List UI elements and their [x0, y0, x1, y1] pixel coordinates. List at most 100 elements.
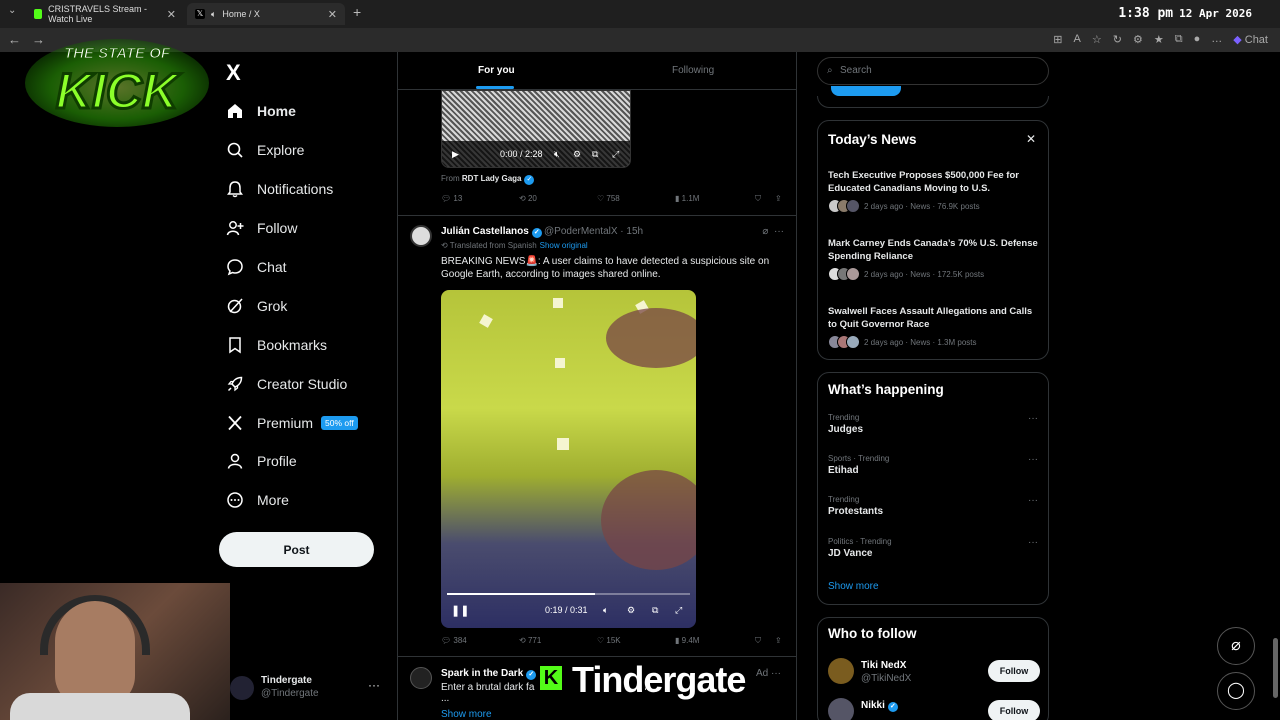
volume-icon[interactable]: 🔈︎	[603, 605, 608, 616]
source-name[interactable]: RDT Lady Gaga	[462, 174, 522, 183]
settings-icon[interactable]: ⚙	[573, 149, 581, 160]
video-progress-bar[interactable]	[447, 593, 690, 595]
more-dots-icon[interactable]: ···	[1028, 495, 1038, 506]
sidebar-item-more[interactable]: More	[226, 481, 396, 520]
avatar[interactable]	[828, 698, 854, 720]
more-dots-icon[interactable]: ···	[774, 226, 784, 237]
follow-suggestion[interactable]: Nikki ✓ Follow	[828, 696, 1040, 720]
author-handle[interactable]: @PoderMentalX · 15h	[544, 226, 643, 237]
close-tab-icon[interactable]: ✕	[167, 8, 176, 21]
like-button[interactable]: ♡ 758	[597, 194, 620, 203]
repost-button[interactable]: ⟲ 771	[519, 636, 541, 645]
trend-item[interactable]: Sports · Trending Etihad ···	[828, 454, 1040, 476]
avatar[interactable]	[410, 667, 432, 689]
tab-for-you[interactable]: For you	[478, 65, 515, 76]
favorite-star-icon[interactable]: ☆	[1092, 33, 1102, 46]
repost-button[interactable]: ⟲ 20	[519, 194, 537, 203]
scrollbar[interactable]	[1273, 58, 1278, 708]
grok-float-button[interactable]: ⌀	[1217, 627, 1255, 665]
reply-button[interactable]: 💬︎ 13	[441, 194, 462, 203]
views-button[interactable]: ▮ 9.4M	[675, 636, 699, 645]
chat-float-button[interactable]: ◯	[1217, 672, 1255, 710]
scrollbar-thumb[interactable]	[1273, 638, 1278, 698]
avatar[interactable]	[410, 225, 432, 247]
grok-icon[interactable]: ⌀	[762, 226, 768, 237]
more-dots-icon[interactable]: ···	[1028, 537, 1038, 548]
show-more-link[interactable]: Show more	[828, 581, 879, 592]
trend-item[interactable]: Trending Protestants ···	[828, 495, 1040, 517]
copilot-icon: ◆	[1233, 34, 1242, 46]
browser-tab-kick[interactable]: CRISTRAVELS Stream - Watch Live ✕	[26, 3, 184, 25]
sidebar-item-creator-studio[interactable]: Creator Studio	[226, 364, 396, 403]
copilot-chat-button[interactable]: ◆ Chat	[1233, 33, 1268, 46]
profile-avatar-icon[interactable]: ●	[1194, 33, 1201, 46]
tab-following[interactable]: Following	[672, 65, 714, 76]
pause-icon[interactable]: ❚❚	[451, 604, 469, 617]
show-original-link[interactable]: Show original	[540, 241, 588, 250]
trend-item[interactable]: Trending Judges ···	[828, 413, 1040, 435]
sidebar-item-notifications[interactable]: Notifications	[226, 170, 396, 209]
sidebar-item-explore[interactable]: Explore	[226, 131, 396, 170]
refresh-icon[interactable]: ↻	[1113, 33, 1122, 46]
bookmark-button[interactable]: ⛉	[755, 194, 761, 204]
sidebar-item-premium[interactable]: Premium 50% off	[226, 403, 396, 442]
bookmark-button[interactable]: ⛉	[755, 636, 761, 646]
close-icon[interactable]: ✕	[1026, 132, 1036, 146]
author-name[interactable]: Spark in the Dark ✓	[441, 668, 537, 680]
news-item[interactable]: Swalwell Faces Assault Allegations and C…	[828, 305, 1040, 349]
more-dots-icon[interactable]: ···	[1028, 454, 1038, 465]
menu-dots-icon[interactable]: …	[1211, 33, 1222, 46]
share-icon[interactable]: ⇪	[775, 194, 782, 203]
fullscreen-icon[interactable]: ⤢	[612, 149, 619, 160]
ad-ellipsis: ...	[441, 693, 450, 704]
extensions-icon[interactable]: ⚙	[1133, 33, 1143, 46]
svg-text:KICK: KICK	[56, 63, 182, 119]
favorites-icon[interactable]: ★	[1154, 33, 1164, 46]
follow-button[interactable]: Follow	[988, 660, 1040, 682]
tab-list-chevron-icon[interactable]: ⌄	[8, 5, 16, 16]
trend-item[interactable]: Politics · Trending JD Vance ···	[828, 537, 1040, 559]
news-item[interactable]: Mark Carney Ends Canada’s 70% U.S. Defen…	[828, 237, 1040, 281]
news-item[interactable]: Tech Executive Proposes $500,000 Fee for…	[828, 169, 1040, 213]
show-more-link[interactable]: Show more	[441, 709, 492, 720]
avatar[interactable]	[828, 658, 854, 684]
sidebar-item-bookmarks[interactable]: Bookmarks	[226, 325, 396, 364]
follow-suggestion[interactable]: Tiki NedX @TikiNedX Follow	[828, 656, 1040, 686]
x-logo[interactable]: X	[226, 60, 241, 86]
account-switcher[interactable]: Tindergate @Tindergate ···	[230, 674, 390, 706]
close-tab-icon[interactable]: ✕	[328, 8, 337, 21]
back-icon[interactable]: ←	[8, 32, 21, 47]
sidebar-item-profile[interactable]: Profile	[226, 442, 396, 481]
browser-tab-x[interactable]: 𝕏 🔈︎ Home / X ✕	[187, 3, 345, 25]
play-icon[interactable]: ▶	[452, 149, 459, 160]
app-icon[interactable]: ⊞	[1053, 33, 1062, 46]
author-name[interactable]: Julián Castellanos ✓	[441, 226, 542, 238]
pip-icon[interactable]: ⧉	[652, 605, 658, 616]
new-tab-button[interactable]: +	[353, 4, 361, 20]
collections-icon[interactable]: ⧉	[1175, 33, 1183, 46]
views-button[interactable]: ▮ 1.1M	[675, 194, 699, 203]
sidebar-item-chat[interactable]: Chat	[226, 248, 396, 287]
search-input[interactable]: ⌕ Search	[817, 57, 1049, 85]
sidebar-item-grok[interactable]: Grok	[226, 286, 396, 325]
subscribe-button-edge[interactable]	[831, 86, 901, 96]
more-dots-icon[interactable]: ···	[771, 668, 781, 679]
like-button[interactable]: ♡ 15K	[597, 636, 621, 645]
read-aloud-icon[interactable]: A	[1074, 33, 1081, 46]
follow-button[interactable]: Follow	[988, 700, 1040, 720]
post-button[interactable]: Post	[219, 532, 374, 567]
share-icon[interactable]: ⇪	[775, 636, 782, 645]
fullscreen-icon[interactable]: ⤢	[675, 605, 682, 616]
reply-button[interactable]: 💬︎ 384	[441, 636, 467, 645]
more-dots-icon[interactable]: ···	[1028, 413, 1038, 424]
video-player[interactable]: ▶ 0:00 / 2:28 🔇︎ ⚙ ⧉ ⤢	[441, 90, 631, 168]
video-player[interactable]: ❚❚ 0:19 / 0:31 🔈︎ ⚙ ⧉ ⤢	[441, 290, 696, 628]
sidebar-item-follow[interactable]: Follow	[226, 209, 396, 248]
sidebar-item-home[interactable]: Home	[226, 92, 396, 131]
more-dots-icon[interactable]: ···	[368, 678, 380, 692]
news-headline: Swalwell Faces Assault Allegations and C…	[828, 306, 1033, 330]
mute-icon[interactable]: 🔇︎	[554, 149, 560, 160]
pip-icon[interactable]: ⧉	[592, 149, 598, 160]
settings-icon[interactable]: ⚙	[627, 605, 635, 616]
trend-context: Politics · Trending	[828, 537, 892, 546]
